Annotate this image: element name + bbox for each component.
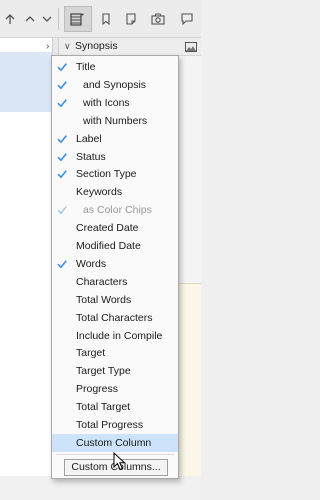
bookmark-icon[interactable] <box>100 13 112 25</box>
row-divider <box>178 283 201 284</box>
menu-item-label: Total Target <box>76 401 131 414</box>
menu-item-label: Total Words <box>76 293 132 306</box>
menu-item-label: Characters <box>76 275 128 288</box>
menu-item-modified-date[interactable]: Modified Date <box>52 237 178 255</box>
menu-item-target-type[interactable]: Target Type <box>52 362 178 380</box>
menu-item-label: Include in Compile <box>76 329 163 342</box>
footer-strip <box>0 476 201 500</box>
menu-item-with-numbers[interactable]: with Numbers <box>52 112 178 130</box>
up-arrow-icon[interactable] <box>4 13 16 25</box>
column-header-synopsis[interactable]: Synopsis <box>75 40 118 52</box>
menu-item-words[interactable]: Words <box>52 255 178 273</box>
toolbar-separator <box>58 8 59 30</box>
menu-item-characters[interactable]: Characters <box>52 273 178 291</box>
mouse-cursor-icon <box>113 452 126 471</box>
menu-item-status[interactable]: Status <box>52 148 178 166</box>
checkmark-icon <box>57 134 67 143</box>
menu-item-total-characters[interactable]: Total Characters <box>52 309 178 327</box>
menu-item-label: Total Characters <box>76 311 153 324</box>
menu-item-label: Status <box>76 150 106 163</box>
chevron-up-icon[interactable] <box>24 13 36 25</box>
menu-item-title[interactable]: Title <box>52 58 178 76</box>
toolbar <box>0 0 201 38</box>
chevron-down-small-icon[interactable]: ∨ <box>64 41 71 52</box>
menu-item-label: as Color Chips <box>83 204 152 217</box>
menu-item-label: Section Type <box>76 168 137 181</box>
menu-item-label: Target Type <box>76 365 131 378</box>
chevron-down-icon[interactable] <box>41 13 53 25</box>
menu-item-label: Created Date <box>76 222 139 235</box>
menu-item-label: Progress <box>76 383 119 396</box>
outliner-row <box>178 283 201 500</box>
menu-item-total-words[interactable]: Total Words <box>52 291 178 309</box>
menu-item-label: Custom Column <box>76 436 152 449</box>
menu-item-label: Modified Date <box>76 240 141 252</box>
checkmark-icon <box>57 170 67 179</box>
column-visibility-menu: Custom Column Total Progress Total Target P… <box>51 55 179 479</box>
chevron-right-icon[interactable]: › <box>46 41 49 52</box>
checkmark-icon <box>57 99 67 108</box>
checkmark-icon <box>57 63 67 72</box>
columns-view-icon[interactable] <box>70 13 84 26</box>
menu-item-label[interactable]: Label <box>52 130 178 148</box>
menu-item-and-synopsis[interactable]: and Synopsis <box>52 76 178 94</box>
menu-item-label: Label <box>76 132 102 145</box>
menu-item-custom-column[interactable]: Custom Column <box>52 433 178 452</box>
menu-item-keywords[interactable]: Keywords <box>52 183 178 201</box>
menu-item-label: Keywords <box>76 186 123 199</box>
menu-item-label: Title <box>76 61 96 73</box>
menu-item-section-type[interactable]: Section Type <box>52 165 178 183</box>
menu-item-with-icons[interactable]: with Icons <box>52 94 178 112</box>
menu-item-target[interactable]: Target <box>52 344 178 362</box>
menu-item-as-color-chips: as Color Chips <box>52 201 178 219</box>
menu-item-label: with Icons <box>83 96 130 109</box>
menu-item-label: Words <box>76 257 107 270</box>
comment-icon[interactable] <box>181 13 193 25</box>
note-icon[interactable] <box>125 13 137 25</box>
snapshot-camera-icon[interactable] <box>151 13 165 25</box>
menu-item-created-date[interactable]: Created Date <box>52 219 178 237</box>
image-icon[interactable] <box>185 42 197 52</box>
menu-item-progress[interactable]: Progress <box>52 380 178 398</box>
binder-selected-row[interactable] <box>0 52 52 112</box>
menu-item-total-progress[interactable]: Total Progress <box>52 416 178 434</box>
checkmark-icon <box>57 260 67 269</box>
checkmark-icon <box>57 206 67 215</box>
menu-item-include-in-compile[interactable]: Include in Compile <box>52 327 178 345</box>
menu-item-label: Target <box>76 347 106 360</box>
menu-item-label: with Numbers <box>83 114 148 127</box>
checkmark-icon <box>57 81 67 90</box>
menu-item-label: Total Progress <box>76 419 144 431</box>
checkmark-icon <box>57 152 67 161</box>
menu-item-total-target[interactable]: Total Target <box>52 398 178 416</box>
menu-item-label: and Synopsis <box>83 78 147 91</box>
